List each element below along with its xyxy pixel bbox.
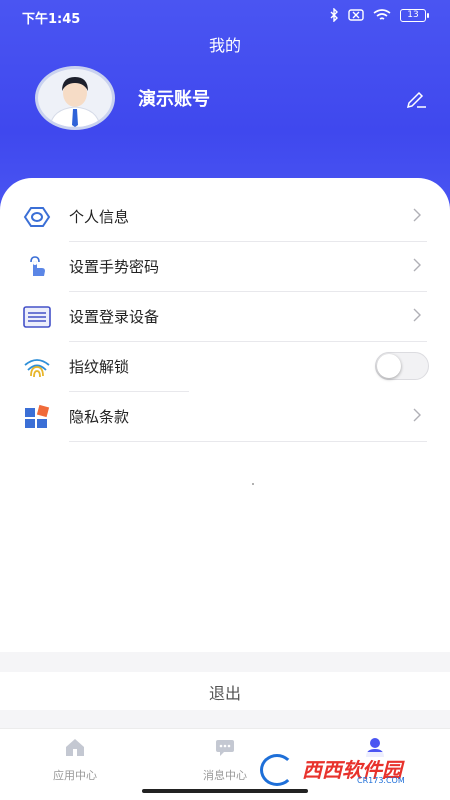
wifi-icon bbox=[373, 8, 391, 20]
eye-icon bbox=[23, 207, 51, 227]
watermark-domain: CR173.COM bbox=[357, 776, 405, 785]
status-bar: 下午1:45 13 bbox=[0, 0, 450, 32]
home-indicator[interactable] bbox=[142, 789, 308, 793]
logout-button[interactable]: 退出 bbox=[0, 672, 450, 710]
hand-touch-icon bbox=[30, 256, 45, 276]
fingerprint-toggle[interactable] bbox=[375, 352, 429, 380]
menu-item-label: 设置手势密码 bbox=[69, 258, 160, 276]
account-name: 演示账号 bbox=[138, 89, 210, 110]
menu-item-label: 个人信息 bbox=[69, 208, 130, 226]
toggle-knob bbox=[377, 354, 401, 378]
battery-indicator: 13 bbox=[400, 8, 429, 22]
menu-item-label: 指纹解锁 bbox=[69, 358, 130, 376]
menu-item-personal-info[interactable]: 个人信息 bbox=[0, 192, 450, 242]
menu-item-fingerprint-unlock: 指纹解锁 bbox=[0, 342, 450, 392]
avatar-image bbox=[49, 77, 101, 127]
menu-item-label: 隐私条款 bbox=[69, 408, 130, 426]
settings-card: 个人信息 设置手势密码 设置登录设备 指纹解锁 隐私条款 bbox=[0, 178, 450, 652]
avatar[interactable] bbox=[35, 66, 115, 130]
status-icons: 13 bbox=[330, 8, 429, 22]
chevron-right-icon bbox=[413, 408, 421, 422]
menu-item-gesture-password[interactable]: 设置手势密码 bbox=[0, 242, 450, 292]
chevron-right-icon bbox=[413, 208, 421, 222]
fingerprint-icon bbox=[24, 359, 50, 378]
tab-app-center[interactable]: 应用中心 bbox=[15, 737, 135, 783]
stray-dot bbox=[252, 483, 254, 485]
chevron-right-icon bbox=[413, 308, 421, 322]
watermark-circle bbox=[260, 754, 294, 786]
menu-item-privacy-policy[interactable]: 隐私条款 bbox=[0, 392, 450, 442]
chevron-right-icon bbox=[413, 258, 421, 272]
device-list-icon bbox=[23, 306, 51, 328]
menu-item-label: 设置登录设备 bbox=[69, 308, 160, 326]
home-icon bbox=[66, 739, 84, 756]
bluetooth-icon bbox=[330, 8, 338, 22]
tab-label: 应用中心 bbox=[53, 769, 97, 782]
sim-off-icon bbox=[348, 9, 364, 21]
logout-label: 退出 bbox=[208, 684, 241, 703]
menu-item-login-device[interactable]: 设置登录设备 bbox=[0, 292, 450, 342]
status-time: 下午1:45 bbox=[22, 12, 81, 27]
message-icon bbox=[216, 740, 234, 756]
divider bbox=[69, 441, 427, 442]
page-title: 我的 bbox=[208, 36, 241, 55]
blocks-icon bbox=[25, 404, 50, 428]
edit-icon[interactable] bbox=[404, 88, 428, 108]
watermark-logo: 西西软件园 CR173.COM bbox=[252, 752, 430, 788]
